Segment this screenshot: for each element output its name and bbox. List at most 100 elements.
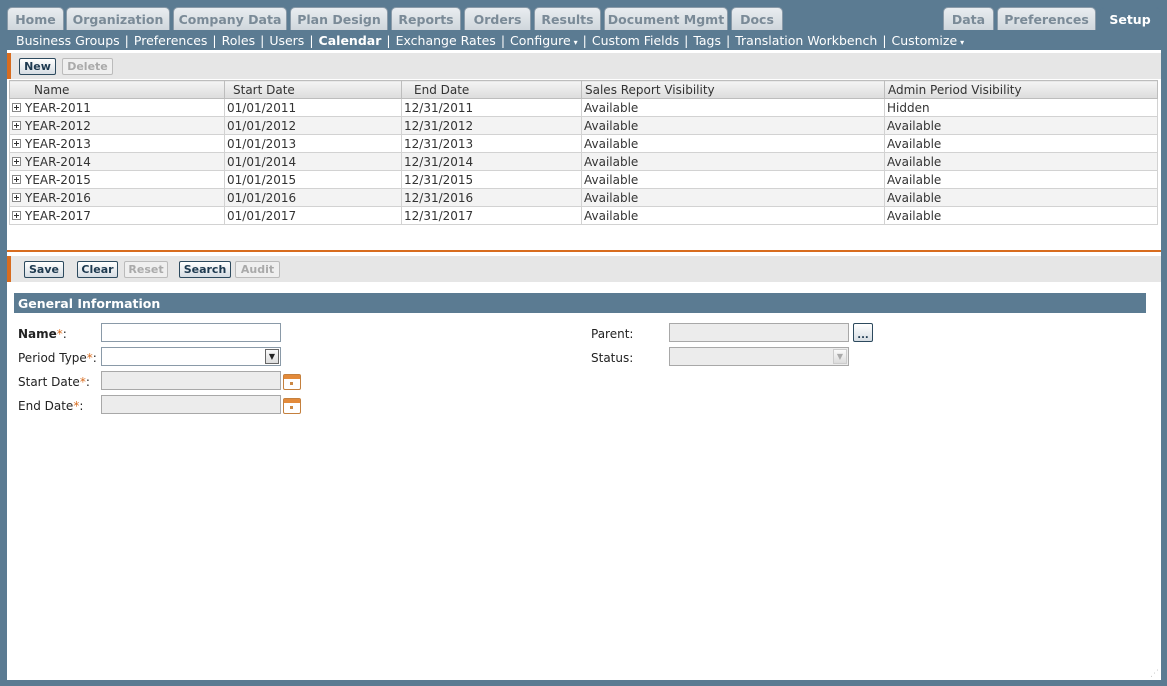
subnav-configure-label: Configure	[510, 32, 571, 48]
cell-sales-report-visibility: Available	[581, 116, 885, 135]
start-date-input[interactable]	[101, 371, 281, 390]
name-label-text: Name	[18, 327, 57, 341]
column-header-name[interactable]: Name	[9, 80, 225, 99]
expand-icon[interactable]	[12, 138, 21, 148]
expand-icon[interactable]	[12, 210, 21, 220]
status-select[interactable]: ▼	[669, 347, 849, 366]
table-row[interactable]: YEAR-2011 01/01/2011 12/31/2011 Availabl…	[9, 98, 1158, 117]
section-divider	[7, 250, 1161, 252]
status-label: Status:	[591, 351, 634, 365]
clear-button[interactable]: Clear	[77, 261, 118, 278]
end-date-label-text: End Date	[18, 399, 74, 413]
column-header-admin-period-visibility[interactable]: Admin Period Visibility	[884, 80, 1158, 99]
calendar-icon[interactable]	[283, 398, 301, 414]
subnav-separator: |	[124, 32, 129, 48]
cell-sales-report-visibility: Available	[581, 152, 885, 171]
cell-sales-report-visibility: Available	[581, 98, 885, 117]
resize-grip-icon[interactable]: ⋰	[1150, 669, 1160, 679]
tab-plan-design[interactable]: Plan Design	[290, 7, 388, 30]
tab-results[interactable]: Results	[534, 7, 601, 30]
cell-sales-report-visibility: Available	[581, 134, 885, 153]
subnav-separator: |	[309, 32, 314, 48]
subnav-business-groups[interactable]: Business Groups	[16, 33, 120, 48]
expand-icon[interactable]	[12, 192, 21, 202]
subnav-exchange-rates[interactable]: Exchange Rates	[396, 33, 496, 48]
expand-icon[interactable]	[12, 156, 21, 166]
cell-admin-period-visibility: Available	[884, 152, 1158, 171]
expand-icon[interactable]	[12, 120, 21, 130]
parent-lookup-button[interactable]: ...	[853, 323, 873, 342]
cell-sales-report-visibility: Available	[581, 188, 885, 207]
period-name: YEAR-2012	[25, 118, 91, 133]
audit-button[interactable]: Audit	[235, 261, 280, 278]
cell-start-date: 01/01/2015	[224, 170, 402, 189]
table-row[interactable]: YEAR-2017 01/01/2017 12/31/2017 Availabl…	[9, 206, 1158, 225]
cell-admin-period-visibility: Available	[884, 116, 1158, 135]
period-name: YEAR-2011	[25, 100, 91, 115]
expand-icon[interactable]	[12, 174, 21, 184]
new-button[interactable]: New	[19, 58, 56, 75]
table-row[interactable]: YEAR-2016 01/01/2016 12/31/2016 Availabl…	[9, 188, 1158, 207]
cell-admin-period-visibility: Available	[884, 170, 1158, 189]
cell-end-date: 12/31/2017	[401, 206, 582, 225]
name-label: Name*:	[18, 327, 67, 341]
tab-orders[interactable]: Orders	[464, 7, 531, 30]
form-toolbar: Save Clear Reset Search Audit	[7, 256, 1161, 282]
reset-button[interactable]: Reset	[124, 261, 168, 278]
table-row[interactable]: YEAR-2013 01/01/2013 12/31/2013 Availabl…	[9, 134, 1158, 153]
table-row[interactable]: YEAR-2014 01/01/2014 12/31/2014 Availabl…	[9, 152, 1158, 171]
label-colon: :	[62, 327, 67, 341]
period-name: YEAR-2015	[25, 172, 91, 187]
subnav-separator: |	[582, 32, 587, 48]
subnav-preferences[interactable]: Preferences	[134, 33, 208, 48]
tab-organization[interactable]: Organization	[66, 7, 170, 30]
tab-preferences[interactable]: Preferences	[997, 7, 1096, 30]
cell-name: YEAR-2015	[9, 170, 225, 189]
column-header-sales-report-visibility[interactable]: Sales Report Visibility	[581, 80, 885, 99]
search-button[interactable]: Search	[179, 261, 231, 278]
tab-setup[interactable]: Setup	[1099, 7, 1161, 30]
parent-input[interactable]	[669, 323, 849, 342]
subnav-configure[interactable]: Configure ▾	[510, 33, 578, 48]
subnav-translation-workbench[interactable]: Translation Workbench	[735, 33, 877, 48]
cell-end-date: 12/31/2013	[401, 134, 582, 153]
period-grid: Name Start Date End Date Sales Report Vi…	[9, 80, 1158, 225]
subnav-tags[interactable]: Tags	[693, 33, 721, 48]
column-header-start-date[interactable]: Start Date	[224, 80, 402, 99]
tab-data[interactable]: Data	[943, 7, 994, 30]
name-input[interactable]	[101, 323, 281, 342]
save-button[interactable]: Save	[24, 261, 64, 278]
expand-icon[interactable]	[12, 102, 21, 112]
cell-start-date: 01/01/2013	[224, 134, 402, 153]
period-name: YEAR-2013	[25, 136, 91, 151]
tab-company-data[interactable]: Company Data	[173, 7, 287, 30]
cell-name: YEAR-2011	[9, 98, 225, 117]
label-colon: :	[79, 399, 84, 413]
column-header-end-date[interactable]: End Date	[401, 80, 582, 99]
subnav-custom-fields[interactable]: Custom Fields	[592, 33, 679, 48]
calendar-icon[interactable]	[283, 374, 301, 390]
tab-docs[interactable]: Docs	[731, 7, 783, 30]
list-toolbar: New Delete	[7, 53, 1161, 79]
setup-subnav: Business Groups | Preferences | Roles | …	[0, 30, 1167, 50]
tab-reports[interactable]: Reports	[391, 7, 461, 30]
subnav-roles[interactable]: Roles	[222, 33, 255, 48]
delete-button[interactable]: Delete	[62, 58, 113, 75]
cell-end-date: 12/31/2011	[401, 98, 582, 117]
table-row[interactable]: YEAR-2015 01/01/2015 12/31/2015 Availabl…	[9, 170, 1158, 189]
period-type-select[interactable]: ▼	[101, 347, 281, 366]
general-information-header: General Information	[14, 293, 1146, 313]
subnav-users[interactable]: Users	[269, 33, 304, 48]
subnav-calendar[interactable]: Calendar	[319, 33, 382, 48]
tab-home[interactable]: Home	[7, 7, 64, 30]
period-type-label: Period Type*:	[18, 351, 97, 365]
tab-document-mgmt[interactable]: Document Mgmt	[604, 7, 728, 30]
subnav-customize-label: Customize	[891, 32, 958, 48]
chevron-down-icon: ▾	[960, 37, 965, 47]
cell-start-date: 01/01/2011	[224, 98, 402, 117]
chevron-down-icon[interactable]: ▼	[265, 349, 279, 364]
table-row[interactable]: YEAR-2012 01/01/2012 12/31/2012 Availabl…	[9, 116, 1158, 135]
start-date-label-text: Start Date	[18, 375, 80, 389]
end-date-input[interactable]	[101, 395, 281, 414]
subnav-customize[interactable]: Customize ▾	[892, 33, 965, 48]
